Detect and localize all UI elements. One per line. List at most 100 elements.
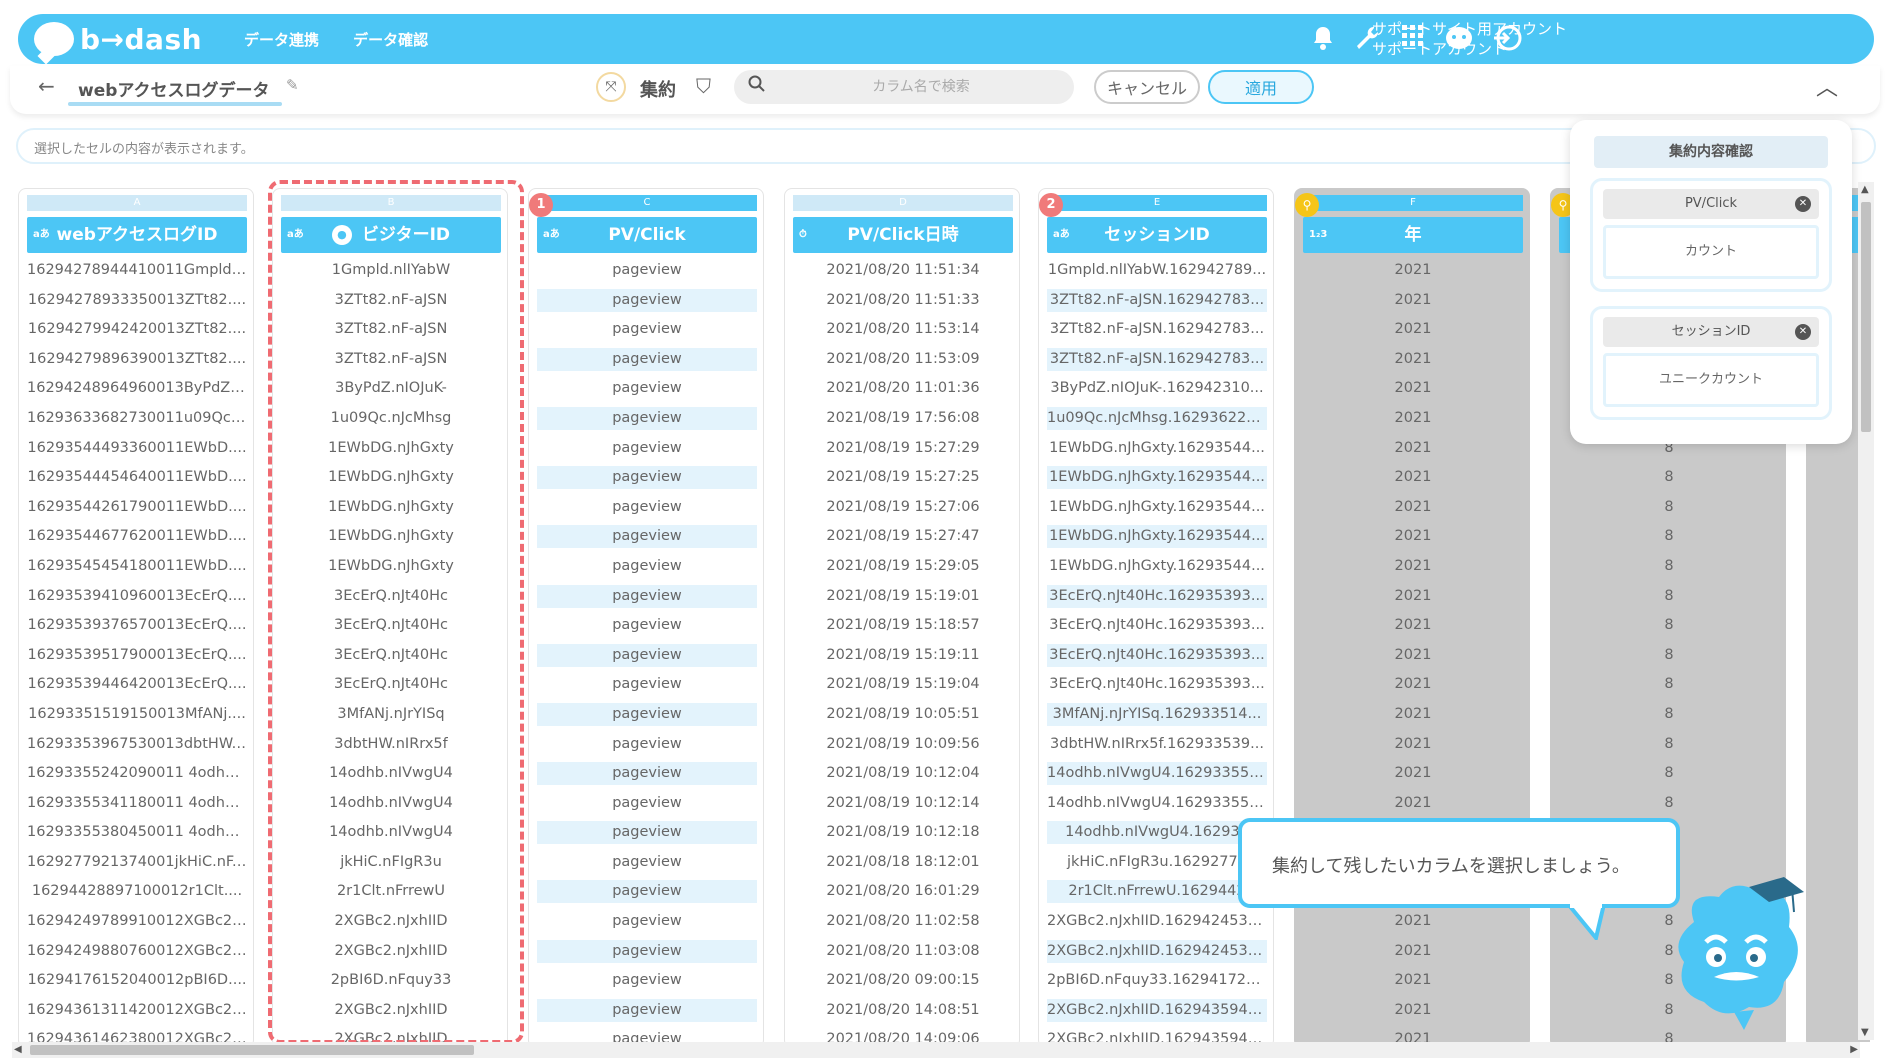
column-f[interactable]: F 1₂3 年 ⚲ 2021 2021 2021 2021 2021 2021 2021 2021 20… bbox=[1294, 188, 1530, 1042]
table-cell[interactable]: 3EcErQ.nJt40Hc.162935393... bbox=[1047, 643, 1267, 667]
table-cell[interactable]: 2021 bbox=[1303, 348, 1523, 371]
table-cell[interactable]: 2021/08/19 10:12:04 bbox=[793, 762, 1013, 785]
table-cell[interactable]: 2021/08/20 11:03:08 bbox=[793, 940, 1013, 963]
table-cell[interactable]: pageview bbox=[537, 466, 757, 490]
table-cell[interactable]: 16294428897100012r1Clt.... bbox=[27, 880, 247, 903]
table-cell[interactable]: 2021 bbox=[1303, 703, 1523, 726]
table-cell[interactable]: 8 bbox=[1559, 525, 1779, 548]
table-cell[interactable]: 2021/08/19 15:19:01 bbox=[793, 585, 1013, 608]
table-cell[interactable]: 2021 bbox=[1303, 496, 1523, 519]
table-cell[interactable]: pageview bbox=[537, 288, 757, 312]
table-cell[interactable]: 2pBI6D.nFquy33.162941721... bbox=[1047, 969, 1267, 992]
table-cell[interactable]: 2XGBc2.nJxhIID bbox=[281, 999, 501, 1022]
table-cell[interactable]: pageview bbox=[537, 406, 757, 430]
table-cell[interactable]: 16293539446420013EcErQ.... bbox=[27, 673, 247, 696]
table-cell[interactable]: 16293545454180011EWbD.... bbox=[27, 555, 247, 578]
table-cell[interactable]: 2021 bbox=[1303, 910, 1523, 933]
table-cell[interactable]: 2XGBc2.nJxhIID bbox=[281, 1028, 501, 1042]
table-cell[interactable]: 3ZTt82.nF-aJSN bbox=[281, 348, 501, 371]
table-cell[interactable]: 3EcErQ.nJt40Hc bbox=[281, 644, 501, 667]
table-cell[interactable]: 2021 bbox=[1303, 585, 1523, 608]
table-cell[interactable]: pageview bbox=[537, 1028, 757, 1042]
pencil-icon[interactable]: ✎ bbox=[286, 76, 299, 94]
logo[interactable]: b→dash bbox=[34, 22, 202, 56]
aggregate-method-select[interactable]: ユニークカウント bbox=[1603, 353, 1819, 407]
table-cell[interactable]: 2XGBc2.nJxhIID bbox=[281, 910, 501, 933]
column-header[interactable]: aあ セッションID bbox=[1047, 217, 1267, 253]
table-cell[interactable]: 2XGBc2.nJxhIID.1629435945... bbox=[1047, 1028, 1267, 1042]
table-cell[interactable]: 2021 bbox=[1303, 466, 1523, 489]
table-cell[interactable]: 3EcErQ.nJt40Hc bbox=[281, 614, 501, 637]
table-cell[interactable]: 8 bbox=[1559, 644, 1779, 667]
nav-link-data-integration[interactable]: データ連携 bbox=[244, 29, 319, 50]
table-cell[interactable]: pageview bbox=[537, 347, 757, 371]
table-cell[interactable]: 2021 bbox=[1303, 644, 1523, 667]
table-cell[interactable]: jkHiC.nFIgR3u.16292776 bbox=[1047, 851, 1267, 874]
table-cell[interactable]: 2021 bbox=[1303, 437, 1523, 460]
table-cell[interactable]: 2021/08/19 10:12:18 bbox=[793, 821, 1013, 844]
table-cell[interactable]: 2XGBc2.nJxhIID.1629424538... bbox=[1047, 910, 1267, 933]
table-cell[interactable]: pageview bbox=[537, 939, 757, 963]
bell-icon[interactable] bbox=[1308, 25, 1338, 53]
table-cell[interactable]: pageview bbox=[537, 762, 757, 786]
grid-icon[interactable] bbox=[1398, 25, 1428, 53]
table-cell[interactable]: 2021/08/19 15:27:25 bbox=[793, 466, 1013, 489]
table-cell[interactable]: 2021 bbox=[1303, 259, 1523, 282]
table-cell[interactable]: 1Gmpld.nlIYabW bbox=[281, 259, 501, 282]
wrench-icon[interactable] bbox=[1352, 25, 1382, 53]
cancel-button[interactable]: キャンセル bbox=[1094, 70, 1200, 104]
column-a[interactable]: Aaあ webアクセスログID 16294278944410011Gmpld....… bbox=[18, 188, 254, 1042]
column-header[interactable]: ⏱ PV/Click日時 bbox=[793, 217, 1013, 253]
table-cell[interactable]: 1Gmpld.nlIYabW.162942789... bbox=[1047, 259, 1267, 282]
table-cell[interactable]: 3ByPdZ.nIOJuK-.162942310... bbox=[1047, 377, 1267, 400]
table-cell[interactable]: pageview bbox=[537, 259, 757, 282]
table-cell[interactable]: 3ZTt82.nF-aJSN.162942783... bbox=[1047, 288, 1267, 312]
table-cell[interactable]: 2021 bbox=[1303, 999, 1523, 1022]
table-cell[interactable]: 16294249880760012XGBc2.... bbox=[27, 940, 247, 963]
table-cell[interactable]: 2021 bbox=[1303, 555, 1523, 578]
nav-link-data-check[interactable]: データ確認 bbox=[353, 29, 428, 50]
table-cell[interactable]: 8 bbox=[1559, 585, 1779, 608]
table-cell[interactable]: 2021/08/20 11:01:36 bbox=[793, 377, 1013, 400]
logout-icon[interactable] bbox=[1492, 25, 1522, 53]
table-cell[interactable]: pageview bbox=[537, 377, 757, 400]
table-cell[interactable]: 2XGBc2.nJxhIID.1629435945... bbox=[1047, 998, 1267, 1022]
vertical-scrollbar[interactable]: ▲ ▼ bbox=[1858, 182, 1874, 1040]
table-cell[interactable]: pageview bbox=[537, 318, 757, 341]
column-header[interactable]: aあ PV/Click bbox=[537, 217, 757, 253]
table-cell[interactable]: 2021 bbox=[1303, 377, 1523, 400]
table-cell[interactable]: 3ByPdZ.nIOJuK- bbox=[281, 377, 501, 400]
table-cell[interactable]: 16294249789910012XGBc2.... bbox=[27, 910, 247, 933]
table-cell[interactable]: 16294361311420012XGBc2.... bbox=[27, 999, 247, 1022]
table-cell[interactable]: 2021 bbox=[1303, 940, 1523, 963]
table-cell[interactable]: 3ZTt82.nF-aJSN bbox=[281, 318, 501, 341]
table-cell[interactable]: pageview bbox=[537, 851, 757, 874]
table-cell[interactable]: 2r1Clt.nFrrewU.1629442 bbox=[1047, 880, 1267, 904]
table-cell[interactable]: 14odhb.nIVwgU4.162933 bbox=[1047, 821, 1267, 845]
table-cell[interactable]: 2021/08/19 10:12:14 bbox=[793, 792, 1013, 815]
table-cell[interactable]: 16293633682730011u09Qc.... bbox=[27, 407, 247, 430]
table-cell[interactable]: 16294279942420013ZTt82.... bbox=[27, 318, 247, 341]
table-cell[interactable]: pageview bbox=[537, 998, 757, 1022]
table-cell[interactable]: 3EcErQ.nJt40Hc.162935393... bbox=[1047, 584, 1267, 608]
table-cell[interactable]: 2021 bbox=[1303, 407, 1523, 430]
table-cell[interactable]: 3MfANj.nJrYISq bbox=[281, 703, 501, 726]
table-cell[interactable]: 3EcErQ.nJt40Hc bbox=[281, 673, 501, 696]
table-cell[interactable]: 3EcErQ.nJt40Hc.162935393... bbox=[1047, 614, 1267, 637]
horizontal-scrollbar[interactable]: ◀ ▶ bbox=[12, 1042, 1860, 1058]
table-cell[interactable]: pageview bbox=[537, 733, 757, 756]
table-cell[interactable]: 2021 bbox=[1303, 733, 1523, 756]
table-cell[interactable]: 2021/08/19 15:29:05 bbox=[793, 555, 1013, 578]
table-cell[interactable]: pageview bbox=[537, 910, 757, 933]
table-cell[interactable]: 16294176152040012pBI6D.... bbox=[27, 969, 247, 992]
table-cell[interactable]: 2021/08/19 10:05:51 bbox=[793, 703, 1013, 726]
table-cell[interactable]: 2XGBc2.nJxhIID bbox=[281, 940, 501, 963]
aggregate-icon[interactable]: ⤧ bbox=[596, 72, 626, 102]
table-cell[interactable]: 2021/08/20 11:02:58 bbox=[793, 910, 1013, 933]
table-cell[interactable]: 2021/08/18 18:12:01 bbox=[793, 851, 1013, 874]
table-cell[interactable]: 16293539517900013EcErQ.... bbox=[27, 644, 247, 667]
table-cell[interactable]: 8 bbox=[1559, 555, 1779, 578]
table-cell[interactable]: 2021/08/19 15:19:11 bbox=[793, 644, 1013, 667]
table-cell[interactable]: pageview bbox=[537, 496, 757, 519]
table-cell[interactable]: pageview bbox=[537, 880, 757, 904]
